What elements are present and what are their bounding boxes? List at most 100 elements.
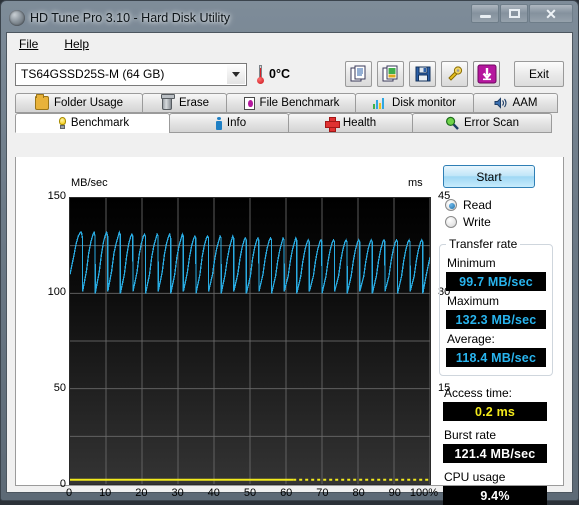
chart-xtick: 40: [207, 487, 220, 499]
tab-erase-label: Erase: [178, 97, 210, 109]
titlebar: HD Tune Pro 3.10 - Hard Disk Utility ✕: [6, 4, 573, 30]
start-button[interactable]: Start: [443, 165, 535, 188]
temperature-indicator: 0°C: [256, 64, 290, 84]
chart-xtick: 20: [135, 487, 148, 499]
app-window: HD Tune Pro 3.10 - Hard Disk Utility ✕ F…: [0, 0, 579, 505]
menubar: File Help: [7, 33, 572, 55]
burst-rate-value: 121.4 MB/sec: [443, 444, 547, 463]
window-controls: ✕: [471, 4, 573, 23]
access-time-label: Access time:: [444, 386, 513, 400]
tab-erase[interactable]: Erase: [142, 93, 227, 113]
cpu-usage-value: 9.4%: [443, 486, 547, 505]
start-button-label: Start: [476, 169, 502, 184]
speaker-icon: [494, 97, 508, 109]
chart-ytick: 50: [53, 382, 66, 394]
exit-button[interactable]: Exit: [514, 61, 564, 87]
tab-info[interactable]: Info: [169, 113, 289, 133]
tab-aam-label: AAM: [512, 97, 538, 109]
hdd-icon: [9, 10, 25, 26]
tab-error-scan[interactable]: Error Scan: [412, 113, 552, 133]
chart-y-axis: 150 100 50 0: [16, 157, 66, 490]
maximum-value: 132.3 MB/sec: [446, 310, 546, 329]
benchmark-panel: MB/sec ms 150 100 50 0 45 30 15 0 10 20 30 40 50 60…: [15, 157, 564, 505]
cpu-usage-label: CPU usage: [444, 470, 506, 484]
radio-read-icon[interactable]: [445, 198, 457, 211]
chart-svg: [70, 198, 430, 484]
chart-xtick: 50: [243, 487, 257, 499]
chart-ylabel: MB/sec: [71, 177, 108, 189]
toolbar-buttons: Exit: [345, 61, 564, 87]
radio-read-label: Read: [463, 197, 492, 212]
thermometer-icon: [256, 64, 265, 84]
chart-xtick: 70: [316, 487, 329, 499]
folder-icon: [34, 94, 49, 110]
drive-select[interactable]: TS64GSSD25S-M (64 GB): [15, 62, 247, 86]
drive-select-value: TS64GSSD25S-M (64 GB): [21, 67, 165, 81]
chart-xtick: 100%: [409, 487, 439, 499]
tab-health[interactable]: Health: [288, 113, 413, 133]
lower-stats: Access time: 0.2 ms Burst rate 121.4 MB/…: [443, 386, 551, 505]
chart-xtick: 30: [171, 487, 184, 499]
tab-benchmark-label: Benchmark: [70, 117, 130, 129]
chart-xtick: 10: [99, 487, 112, 499]
access-time-value: 0.2 ms: [443, 402, 547, 421]
tab-info-label: Info: [226, 117, 247, 129]
radio-write[interactable]: Write: [445, 213, 555, 230]
tabs-top-row: Folder Usage Erase File Benchmark Disk m…: [7, 93, 572, 113]
cross-icon: [324, 116, 340, 132]
close-button[interactable]: ✕: [529, 4, 573, 23]
file-icon: [243, 96, 255, 110]
minimize-icon: [479, 15, 491, 18]
chart-ylabel-right: ms: [408, 177, 423, 189]
radio-write-label: Write: [463, 214, 491, 229]
tab-benchmark[interactable]: Benchmark: [15, 113, 170, 133]
download-icon[interactable]: [473, 61, 500, 87]
chevron-down-icon[interactable]: [227, 64, 245, 84]
chart-xtick: 0: [65, 487, 73, 499]
tab-aam[interactable]: AAM: [473, 93, 558, 113]
close-icon: ✕: [545, 5, 557, 22]
info-icon: [215, 116, 222, 130]
window-title: HD Tune Pro 3.10 - Hard Disk Utility: [30, 11, 231, 25]
toolbar: TS64GSSD25S-M (64 GB) 0°C Exit: [7, 55, 572, 93]
bar-chart-icon: [373, 97, 387, 109]
copy-text-icon[interactable]: [345, 61, 372, 87]
tools-icon[interactable]: [441, 61, 468, 87]
chart-xtick: 80: [352, 487, 365, 499]
menu-file[interactable]: File: [15, 35, 42, 53]
chart-ytick: 100: [47, 286, 66, 298]
transfer-rate-legend: Transfer rate: [449, 237, 518, 251]
benchmark-sidebar: Start Read Write Transfer rate Minimum 9…: [437, 165, 555, 505]
copy-image-icon[interactable]: [377, 61, 404, 87]
tab-folder-usage[interactable]: Folder Usage: [15, 93, 143, 113]
burst-rate-label: Burst rate: [444, 428, 497, 442]
tab-file-benchmark[interactable]: File Benchmark: [226, 93, 356, 113]
chart-xtick: 60: [280, 487, 293, 499]
save-icon[interactable]: [409, 61, 436, 87]
tab-health-label: Health: [342, 117, 377, 129]
client-area: File Help TS64GSSD25S-M (64 GB) 0°C Exit…: [6, 32, 573, 505]
menu-file-label: File: [19, 37, 39, 51]
trash-icon: [160, 94, 175, 110]
maximize-icon: [508, 9, 520, 18]
tab-disk-monitor-label: Disk monitor: [392, 97, 456, 109]
minimize-button[interactable]: [471, 4, 499, 23]
minimum-value: 99.7 MB/sec: [446, 272, 546, 291]
maximum-label: Maximum: [447, 294, 500, 308]
radio-read[interactable]: Read: [445, 196, 555, 213]
tab-error-scan-label: Error Scan: [464, 117, 519, 129]
average-value: 118.4 MB/sec: [446, 348, 546, 367]
exit-button-label: Exit: [528, 67, 549, 81]
benchmark-chart: MB/sec ms 150 100 50 0 45 30 15 0 10 20 30 40 50 60…: [16, 157, 456, 499]
temperature-value: 0°C: [269, 67, 290, 81]
chart-plot-area: [69, 197, 431, 485]
tab-folder-usage-label: Folder Usage: [53, 97, 124, 109]
menu-help[interactable]: Help: [60, 35, 93, 53]
chart-xtick: 90: [388, 487, 401, 499]
lightbulb-icon: [58, 117, 66, 129]
maximize-button[interactable]: [500, 4, 528, 23]
tab-disk-monitor[interactable]: Disk monitor: [355, 93, 474, 113]
tab-file-benchmark-label: File Benchmark: [259, 97, 340, 109]
radio-write-icon[interactable]: [445, 215, 457, 228]
minimum-label: Minimum: [447, 256, 496, 270]
